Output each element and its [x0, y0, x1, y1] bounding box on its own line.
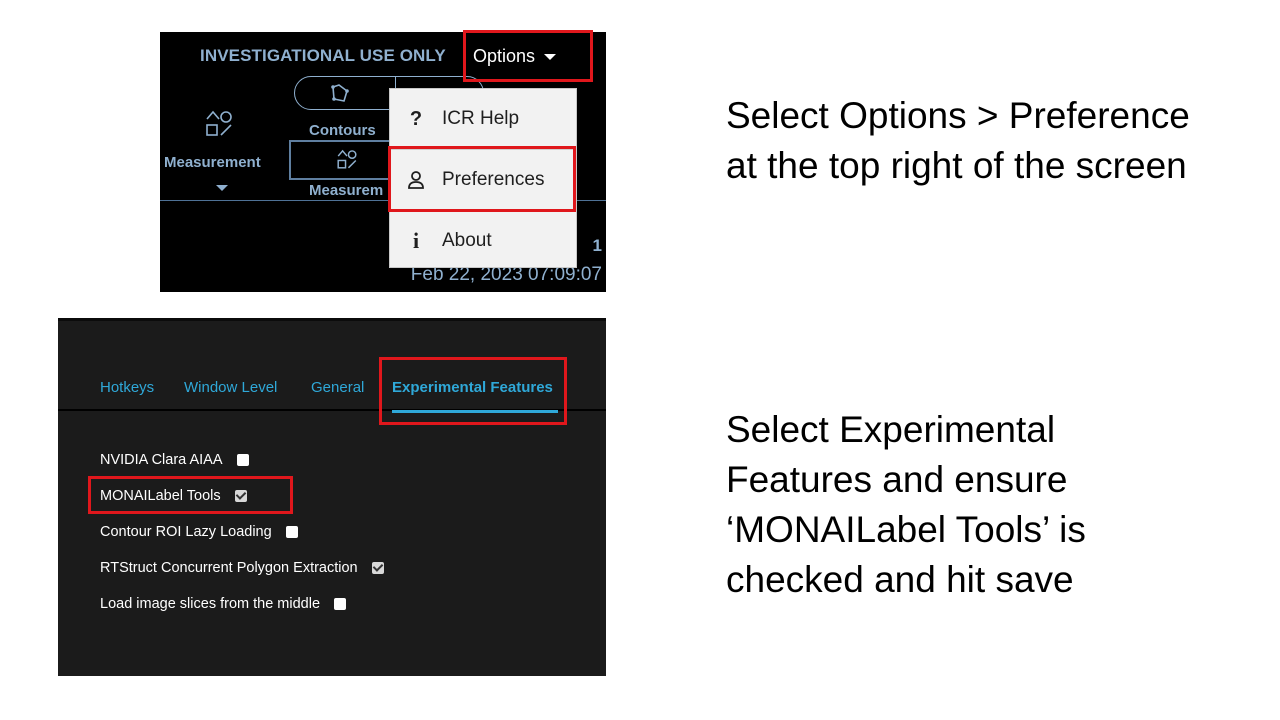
menu-item-about[interactable]: i About	[390, 211, 576, 271]
experimental-tab-highlight	[379, 357, 567, 425]
tab-window-level[interactable]: Window Level	[184, 379, 277, 396]
question-icon: ?	[409, 107, 423, 130]
step1-instructions: Select Options > Preference at the top r…	[726, 91, 1190, 191]
instruction-line: Select Experimental	[726, 409, 1056, 450]
instruction-line: Features and ensure	[726, 459, 1068, 500]
instruction-line: at the top right of the screen	[726, 145, 1187, 186]
measurement-tool-label: Measurem	[309, 182, 384, 199]
info-icon: i	[412, 228, 420, 253]
setting-label: NVIDIA Clara AIAA	[100, 452, 223, 468]
setting-row: NVIDIA Clara AIAA	[100, 452, 249, 468]
setting-row: RTStruct Concurrent Polygon Extraction	[100, 560, 384, 576]
measurement-icon	[337, 149, 357, 169]
preferences-highlight	[388, 146, 576, 212]
contour-icon[interactable]	[329, 83, 351, 105]
load-slices-middle-checkbox[interactable]	[334, 598, 347, 610]
rtstruct-polygon-checkbox[interactable]	[371, 562, 384, 574]
measurement-tool-button[interactable]	[289, 140, 399, 180]
instruction-line: Select Options > Preference	[726, 95, 1190, 136]
setting-label: Contour ROI Lazy Loading	[100, 524, 272, 540]
measurement-icon[interactable]	[204, 108, 234, 138]
investigational-warning: INVESTIGATIONAL USE ONLY	[200, 46, 446, 65]
page-number: 1	[592, 236, 602, 255]
instruction-line: ‘MONAILabel Tools’ is	[726, 509, 1086, 550]
dialog-top-edge	[58, 318, 606, 321]
setting-label: Load image slices from the middle	[100, 596, 321, 612]
menu-item-icr-help[interactable]: ? ICR Help	[390, 89, 576, 149]
contours-label[interactable]: Contours	[309, 122, 376, 139]
measurement-caret-icon[interactable]	[216, 185, 228, 191]
menu-item-label: ICR Help	[442, 108, 520, 129]
menu-item-label: About	[442, 230, 492, 251]
options-highlight	[463, 30, 593, 82]
setting-label: RTStruct Concurrent Polygon Extraction	[100, 560, 358, 576]
measurement-label[interactable]: Measurement	[164, 154, 261, 171]
monailabel-highlight	[88, 476, 293, 514]
instruction-line: checked and hit save	[726, 559, 1074, 600]
tab-hotkeys[interactable]: Hotkeys	[100, 379, 154, 396]
nvidia-clara-checkbox[interactable]	[236, 454, 249, 466]
contour-lazy-loading-checkbox[interactable]	[285, 526, 298, 538]
step2-instructions: Select Experimental Features and ensure …	[726, 405, 1086, 605]
tab-general[interactable]: General	[311, 379, 364, 396]
setting-row: Contour ROI Lazy Loading	[100, 524, 298, 540]
setting-row: Load image slices from the middle	[100, 596, 347, 612]
